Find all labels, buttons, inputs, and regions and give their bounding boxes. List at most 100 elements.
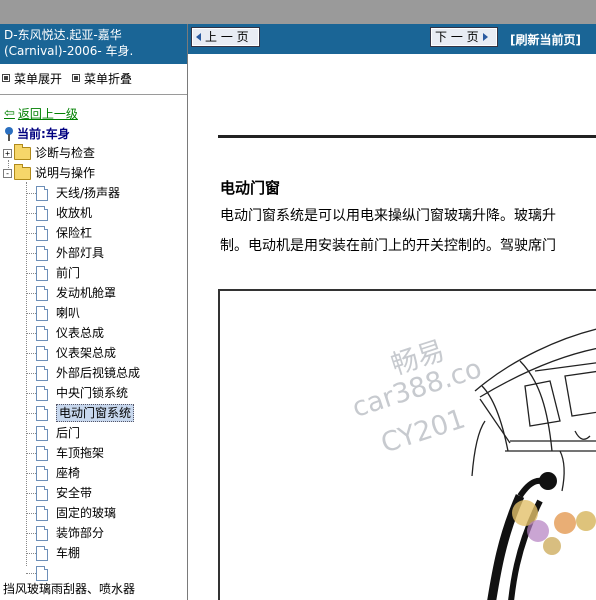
document-icon xyxy=(36,325,48,341)
tree-connector xyxy=(26,233,36,234)
tree-item-label: 安全带 xyxy=(56,486,93,500)
tree-connector xyxy=(26,413,36,414)
tree-connector xyxy=(26,513,36,514)
tree-item-label: 前门 xyxy=(56,266,81,280)
nav-tree: ⇦ 返回上一级 当前:车身 + 诊断与检查 - 说明与操作 天线/扬声器收放机保… xyxy=(0,24,187,600)
tree-item-label: 车棚 xyxy=(56,546,81,560)
tree-connector xyxy=(26,573,36,574)
tree-item[interactable]: 仪表架总成 xyxy=(36,343,116,363)
tree-connector xyxy=(26,533,36,534)
back-arrow-icon: ⇦ xyxy=(4,106,15,121)
tree-item[interactable]: 仪表总成 xyxy=(36,323,104,343)
document-icon xyxy=(36,185,48,201)
document-icon xyxy=(36,345,48,361)
nav-pane: D-东风悦达.起亚-嘉华(Carnival)-2006- 车身. 菜单展开 菜单… xyxy=(0,24,188,600)
section-rule xyxy=(218,135,596,138)
body-text-line-2: 制。电动机是用安装在前门上的开关控制的。驾驶席门 xyxy=(220,238,556,254)
expand-toggle-icon[interactable]: + xyxy=(3,148,12,158)
document-icon xyxy=(36,485,48,501)
tree-folder-label: 说明与操作 xyxy=(35,166,96,180)
tree-item[interactable]: 中央门锁系统 xyxy=(36,383,128,403)
tree-item[interactable]: 装饰部分 xyxy=(36,523,104,543)
window-top-strip xyxy=(0,0,596,24)
left-triangle-icon xyxy=(196,33,201,41)
tree-connector xyxy=(26,273,36,274)
tree-connector xyxy=(26,253,36,254)
tree-item[interactable]: 前门 xyxy=(36,263,80,283)
document-icon xyxy=(36,445,48,461)
tree-item-label: 座椅 xyxy=(56,466,81,480)
tree-item[interactable]: 后门 xyxy=(36,423,80,443)
tree-connector xyxy=(26,193,36,194)
document-icon xyxy=(36,305,48,321)
document-icon xyxy=(36,505,48,521)
collapse-toggle-icon[interactable]: - xyxy=(3,168,12,178)
document-icon xyxy=(36,425,48,441)
location-pin-icon xyxy=(4,127,14,141)
section-heading: 电动门窗 xyxy=(220,179,281,197)
tree-connector xyxy=(26,453,36,454)
tree-item-label: 固定的玻璃 xyxy=(56,506,117,520)
document-icon xyxy=(36,405,48,421)
tree-item[interactable]: 发动机舱罩 xyxy=(36,283,116,303)
tree-item-label: 中央门锁系统 xyxy=(56,386,129,400)
tree-item-label: 收放机 xyxy=(56,206,93,220)
document-icon xyxy=(36,225,48,241)
back-link[interactable]: ⇦ 返回上一级 xyxy=(4,104,78,124)
tree-folder-label: 诊断与检查 xyxy=(35,146,96,160)
tree-item[interactable]: 收放机 xyxy=(36,203,92,223)
tree-item[interactable]: 车棚 xyxy=(36,543,80,563)
minivan-door-illustration: 畅易 car388.co CY201 xyxy=(218,289,596,600)
tree-item-label: 车顶拖架 xyxy=(56,446,105,460)
next-page-button[interactable]: 下 一 页 xyxy=(430,27,498,47)
tree-item-label: 仪表总成 xyxy=(56,326,105,340)
tree-item-label: 发动机舱罩 xyxy=(56,286,117,300)
tree-item[interactable]: 外部后视镜总成 xyxy=(36,363,140,383)
tree-connector xyxy=(26,333,36,334)
document-icon xyxy=(36,285,48,301)
tree-item-label: 装饰部分 xyxy=(56,526,105,540)
next-page-label: 下 一 页 xyxy=(435,30,479,44)
tree-folder-diagnosis[interactable]: + 诊断与检查 xyxy=(3,143,95,163)
current-location-label: 当前:车身 xyxy=(17,127,70,141)
tree-item[interactable]: 安全带 xyxy=(36,483,92,503)
tree-connector xyxy=(26,493,36,494)
tree-connector xyxy=(26,353,36,354)
tree-item-wiper[interactable]: 挡风玻璃雨刮器、喷水器 xyxy=(3,580,135,597)
document-icon xyxy=(36,565,48,581)
document-icon xyxy=(36,365,48,381)
tree-item[interactable]: 天线/扬声器 xyxy=(36,183,120,203)
tree-item[interactable]: 外部灯具 xyxy=(36,243,104,263)
tree-connector xyxy=(26,393,36,394)
tree-item[interactable]: 固定的玻璃 xyxy=(36,503,116,523)
body-text-line-1: 电动门窗系统是可以用电来操纵门窗玻璃升降。玻璃升 xyxy=(220,208,556,224)
tree-connector xyxy=(26,373,36,374)
tree-item[interactable]: 保险杠 xyxy=(36,223,92,243)
document-icon xyxy=(36,205,48,221)
document-icon xyxy=(36,525,48,541)
content-pane: 上 一 页 下 一 页 [刷新当前页] 电动门窗 电动门窗系统是可以用电来操纵门… xyxy=(188,24,596,600)
tree-item-label: 电动门窗系统 xyxy=(56,404,135,422)
tree-item[interactable]: 电动门窗系统 xyxy=(36,403,135,423)
tree-folder-operation[interactable]: - 说明与操作 xyxy=(3,163,95,183)
tree-item-label: 外部灯具 xyxy=(56,246,105,260)
tree-item[interactable]: 喇叭 xyxy=(36,303,80,323)
folder-icon xyxy=(14,143,31,160)
page-nav-bar: 上 一 页 下 一 页 [刷新当前页] xyxy=(188,24,596,54)
document-icon xyxy=(36,465,48,481)
tree-connector xyxy=(26,182,27,566)
tree-item[interactable]: 车顶拖架 xyxy=(36,443,104,463)
refresh-page-link[interactable]: [刷新当前页] xyxy=(510,31,581,48)
document-icon xyxy=(36,385,48,401)
tree-connector xyxy=(26,293,36,294)
prev-page-label: 上 一 页 xyxy=(205,30,249,44)
folder-open-icon xyxy=(14,163,31,180)
document-icon xyxy=(36,265,48,281)
prev-page-button[interactable]: 上 一 页 xyxy=(191,27,260,47)
tree-item-label: 后门 xyxy=(56,426,81,440)
tree-connector xyxy=(26,433,36,434)
document-icon xyxy=(36,545,48,561)
tree-item-label: 保险杠 xyxy=(56,226,93,240)
document-icon xyxy=(36,245,48,261)
tree-item[interactable]: 座椅 xyxy=(36,463,80,483)
